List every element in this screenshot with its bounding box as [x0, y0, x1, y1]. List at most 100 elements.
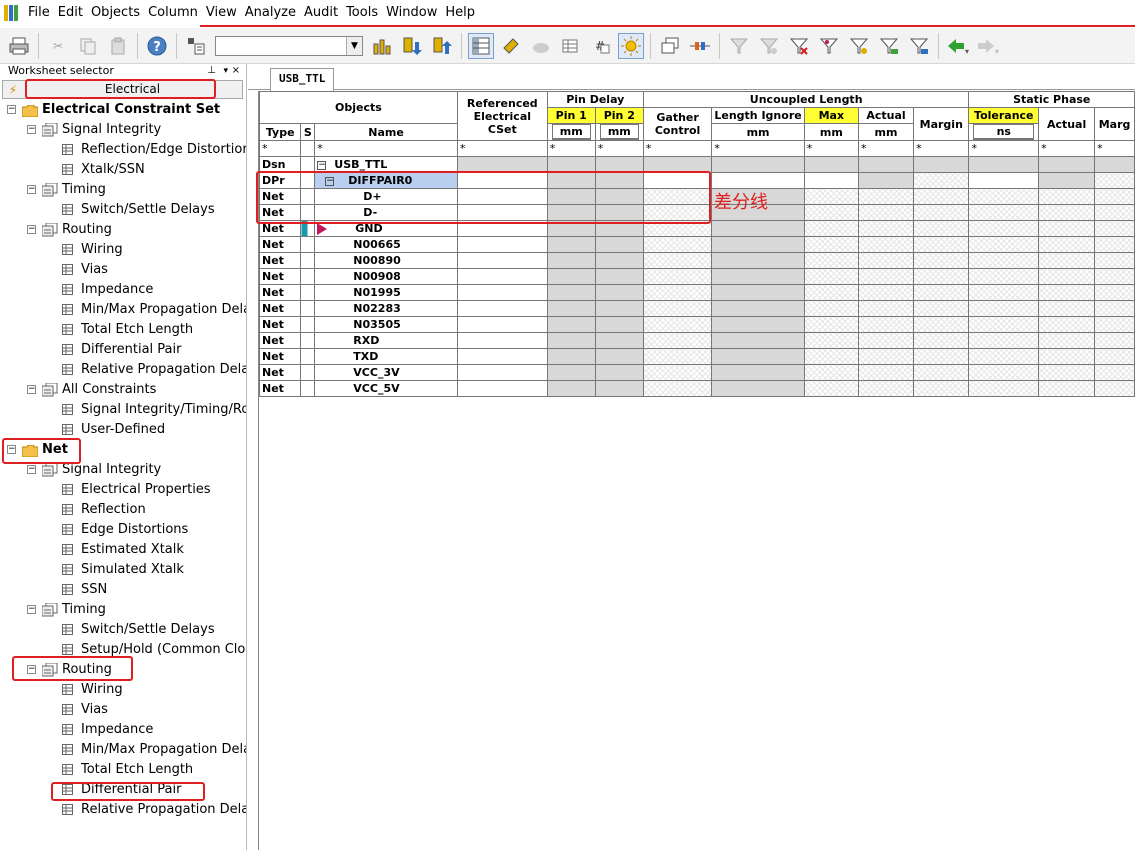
filter-g-icon[interactable]	[906, 33, 932, 59]
collapse-icon[interactable]: −	[27, 665, 36, 674]
filter-cell[interactable]: *	[314, 140, 458, 157]
tree-item[interactable]: Simulated Xtalk	[0, 560, 246, 580]
name-cell[interactable]: − DIFFPAIR0	[314, 172, 458, 189]
tree-item[interactable]: Wiring	[0, 240, 246, 260]
tree-item[interactable]: Wiring	[0, 680, 246, 700]
tree-item[interactable]: Vias	[0, 260, 246, 280]
value-cell[interactable]	[456, 188, 548, 205]
name-cell[interactable]: N03505	[314, 316, 458, 333]
value-cell[interactable]	[968, 172, 1040, 189]
cloud-icon[interactable]	[528, 33, 554, 59]
tree-item[interactable]: Xtalk/SSN	[0, 160, 246, 180]
table-row[interactable]: Net TXD	[259, 348, 1135, 365]
collapse-icon[interactable]: −	[27, 125, 36, 134]
tree-item[interactable]: Electrical Properties	[0, 480, 246, 500]
menu-column[interactable]: Column	[144, 0, 202, 26]
chevron-down-icon[interactable]: ▾	[223, 64, 228, 78]
print-icon[interactable]	[6, 33, 32, 59]
sun-icon[interactable]	[618, 32, 644, 59]
tree-item[interactable]: Total Etch Length	[0, 320, 246, 340]
forward-arrow-icon[interactable]: ▾	[975, 33, 1001, 59]
menu-audit[interactable]: Audit	[300, 0, 342, 26]
table-row[interactable]: Net N02283	[259, 300, 1135, 317]
tree-item[interactable]: Total Etch Length	[0, 760, 246, 780]
tree-item[interactable]: Switch/Settle Delays	[0, 200, 246, 220]
tree-item[interactable]: Differential Pair	[0, 340, 246, 360]
tab-usb-ttl[interactable]: USB_TTL	[270, 68, 335, 91]
table-row[interactable]: Net N01995	[259, 284, 1135, 301]
collapse-icon[interactable]: −	[317, 160, 327, 170]
tree-item[interactable]: − Timing	[0, 180, 246, 200]
filter-cell[interactable]	[300, 140, 316, 157]
header-pin1[interactable]: Pin 1	[546, 107, 596, 124]
filter-cell[interactable]: *	[259, 140, 302, 157]
filter-cell[interactable]: *	[803, 140, 859, 157]
filter-cell[interactable]: *	[642, 140, 713, 157]
tree-item[interactable]: Differential Pair	[0, 780, 246, 800]
header-static-actual[interactable]: Actual	[1038, 107, 1096, 141]
tree-item[interactable]: Signal Integrity/Timing/Routing	[0, 400, 246, 420]
filter-cell[interactable]: *	[1094, 140, 1135, 157]
tree-item[interactable]: Relative Propagation Delay	[0, 800, 246, 820]
collapse-icon[interactable]: −	[7, 105, 16, 114]
name-cell[interactable]: VCC_5V	[314, 380, 458, 397]
header-pin2[interactable]: Pin 2	[594, 107, 644, 124]
filter-cell[interactable]: *	[456, 140, 548, 157]
gold-pin-icon[interactable]	[498, 33, 524, 59]
table-row[interactable]: Net D+	[259, 188, 1135, 205]
filter-cell[interactable]: *	[913, 140, 970, 157]
value-cell[interactable]	[456, 316, 548, 333]
name-cell[interactable]: N01995	[314, 284, 458, 301]
worksheet-type-selector[interactable]: ⚡ Electrical	[2, 80, 243, 99]
header-objects[interactable]: Objects	[259, 91, 458, 124]
sort-bars-icon[interactable]	[369, 33, 395, 59]
collapse-icon[interactable]: −	[27, 385, 36, 394]
filter-cell[interactable]: *	[711, 140, 805, 157]
value-cell[interactable]	[456, 284, 548, 301]
net-filter-icon[interactable]	[183, 33, 209, 59]
tree-item[interactable]: Impedance	[0, 720, 246, 740]
header-pin-delay[interactable]: Pin Delay	[546, 91, 644, 108]
tree-item[interactable]: Min/Max Propagation Delays	[0, 740, 246, 760]
tree-item[interactable]: − Signal Integrity	[0, 120, 246, 140]
name-cell[interactable]: VCC_3V	[314, 364, 458, 381]
name-cell[interactable]: N00665	[314, 236, 458, 253]
value-cell[interactable]	[456, 300, 548, 317]
name-cell[interactable]: N02283	[314, 300, 458, 317]
tree-item[interactable]: Switch/Settle Delays	[0, 620, 246, 640]
filter-cell[interactable]: *	[857, 140, 915, 157]
tree-item[interactable]: Vias	[0, 700, 246, 720]
filter-f-icon[interactable]	[876, 33, 902, 59]
filter-d-icon[interactable]	[816, 33, 842, 59]
value-cell[interactable]	[456, 220, 548, 237]
menu-analyze[interactable]: Analyze	[241, 0, 300, 26]
table-row[interactable]: Net N00908	[259, 268, 1135, 285]
object-combo[interactable]: ▼	[215, 35, 363, 56]
tree-item[interactable]: Min/Max Propagation Delays	[0, 300, 246, 320]
value-cell[interactable]	[456, 268, 548, 285]
header-gather-control[interactable]: Gather Control	[642, 107, 713, 141]
menu-tools[interactable]: Tools	[342, 0, 382, 26]
filter-c-icon[interactable]	[786, 33, 812, 59]
table-row[interactable]: DPr − DIFFPAIR0	[259, 172, 1135, 189]
filter-cell[interactable]: *	[1038, 140, 1096, 157]
value-cell[interactable]	[711, 172, 805, 189]
name-cell[interactable]: − USB_TTL	[314, 156, 458, 173]
unit-tolerance[interactable]: ns	[968, 123, 1040, 141]
collapse-icon[interactable]: −	[27, 185, 36, 194]
tree-item[interactable]: − Routing	[0, 660, 246, 680]
header-referenced-cset[interactable]: Referenced Electrical CSet	[456, 91, 548, 141]
collapse-icon[interactable]: −	[325, 176, 335, 186]
tree-item[interactable]: Impedance	[0, 280, 246, 300]
paste-icon[interactable]	[105, 33, 131, 59]
collapse-icon[interactable]: −	[7, 445, 16, 454]
name-cell[interactable]: GND	[314, 220, 458, 237]
value-cell[interactable]	[456, 204, 548, 221]
tree-item[interactable]: − Electrical Constraint Set	[0, 100, 246, 120]
table-row[interactable]: Net N00890	[259, 252, 1135, 269]
value-cell[interactable]	[456, 236, 548, 253]
back-arrow-icon[interactable]: ▾	[945, 33, 971, 59]
name-cell[interactable]: N00890	[314, 252, 458, 269]
filter-a-icon[interactable]	[726, 33, 752, 59]
windows-icon[interactable]	[657, 33, 683, 59]
